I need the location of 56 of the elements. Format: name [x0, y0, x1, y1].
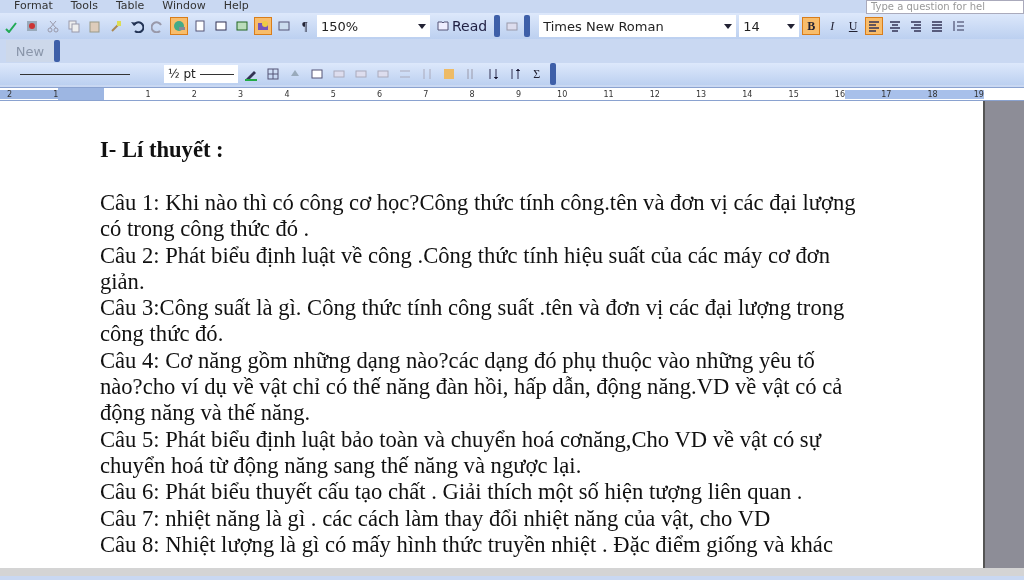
hyperlink-icon[interactable] — [170, 17, 188, 35]
autosum-button[interactable]: Σ — [527, 65, 546, 83]
zoom-field[interactable]: 150% — [317, 15, 430, 37]
toolbar-grip[interactable] — [494, 15, 501, 37]
ruler-number: 4 — [283, 89, 290, 99]
document-paragraph: Câu 5: Phát biểu định luật bảo toàn và chuyển hoá cơnăng,Cho VD về vật có sự chuyển hoá từ động năng sang thế năng và ngược lại. — [100, 426, 823, 480]
ruler-number: 17 — [845, 89, 892, 99]
ruler-number: 2 — [190, 89, 197, 99]
ruler-number: 7 — [422, 89, 429, 99]
ruler-indent-marker[interactable] — [58, 88, 105, 100]
ruler-number: 5 — [329, 89, 336, 99]
ruler-number: 14 — [741, 89, 753, 99]
show-formatting-button[interactable]: ¶ — [296, 17, 314, 35]
ruler-number: 15 — [787, 89, 799, 99]
drawing-icon[interactable] — [254, 17, 272, 35]
toolbar-grip[interactable] — [549, 63, 556, 85]
menu-item[interactable]: Table — [115, 0, 145, 12]
document-paragraph: Câu 8: Nhiệt lượng là gì có mấy hình thức truyền nhiệt . Đặc điểm giống và khác — [100, 531, 834, 559]
ruler-number: 13 — [694, 89, 707, 99]
document-heading: I- Lí thuyết : — [100, 137, 225, 163]
menu-item[interactable]: Format — [14, 0, 53, 12]
copy-icon[interactable] — [65, 17, 83, 35]
font-size-field[interactable]: 14 — [739, 15, 800, 37]
ruler-number: 10 — [556, 89, 568, 99]
document-paragraph: Câu 4: Cơ năng gồm những dạng nào?các dạng đó phụ thuộc vào những yêu tố nào?cho ví dụ về vật chỉ có thế năng đàn hồi, hấp dẫn, động năng.VD về vật có cả động năng và thế năng. — [100, 347, 844, 427]
underline-button[interactable]: U — [844, 17, 863, 35]
bold-button[interactable]: B — [802, 17, 821, 35]
ruler-number: 16 — [833, 89, 846, 99]
document-paragraph: Câu 6: Phát biểu thuyết cấu tạo chất . Giải thích một số hiện tượng liên quan . — [100, 479, 804, 506]
line-style-sample[interactable] — [20, 73, 130, 75]
menu-item[interactable]: Help — [223, 0, 249, 12]
ruler-number: 1 — [144, 89, 151, 99]
book-icon — [437, 21, 449, 31]
ruler-number: 12 — [648, 89, 660, 99]
document-paragraph: Câu 3:Công suất là gì. Công thức tính công suất .tên và đơn vị các đại lượng trong công thức đó. — [100, 295, 846, 348]
font-field[interactable]: Times New Roman — [539, 15, 737, 37]
ruler-number: 1 — [12, 89, 59, 99]
document-paragraph: Câu 2: Phát biểu định luật về công .Công thức tính hiệu suất của các máy cơ đơn giản. — [100, 242, 832, 296]
menu-item[interactable]: Tools — [70, 0, 98, 12]
document-paragraph: Câu 1: Khi nào thì có công cơ học?Công thức tính công.tên và đơn vị các đại lượng có trong công thức đó . — [100, 190, 857, 243]
ruler-number: 9 — [514, 89, 521, 99]
ruler-number: 6 — [376, 89, 383, 99]
ruler-number: 3 — [237, 89, 244, 99]
line-weight-field[interactable]: ½ pt — [164, 65, 238, 83]
ruler-number: 2 — [0, 89, 12, 99]
toolbar-grip[interactable] — [524, 15, 531, 37]
read-button[interactable]: Read — [433, 18, 492, 34]
ruler-number: 19 — [937, 89, 984, 99]
align-left-icon[interactable] — [865, 17, 884, 35]
menu-item[interactable]: Window — [162, 0, 206, 12]
italic-button[interactable]: I — [823, 17, 842, 35]
ruler-number: 11 — [602, 89, 614, 99]
toolbar-grip[interactable] — [54, 40, 60, 62]
document-paragraph: Câu 7: nhiệt năng là gì . các cách làm thay đổi nhiệt năng của vật, cho VD — [100, 505, 772, 532]
ruler-number: 8 — [468, 89, 475, 99]
ruler-number: 18 — [891, 89, 938, 99]
